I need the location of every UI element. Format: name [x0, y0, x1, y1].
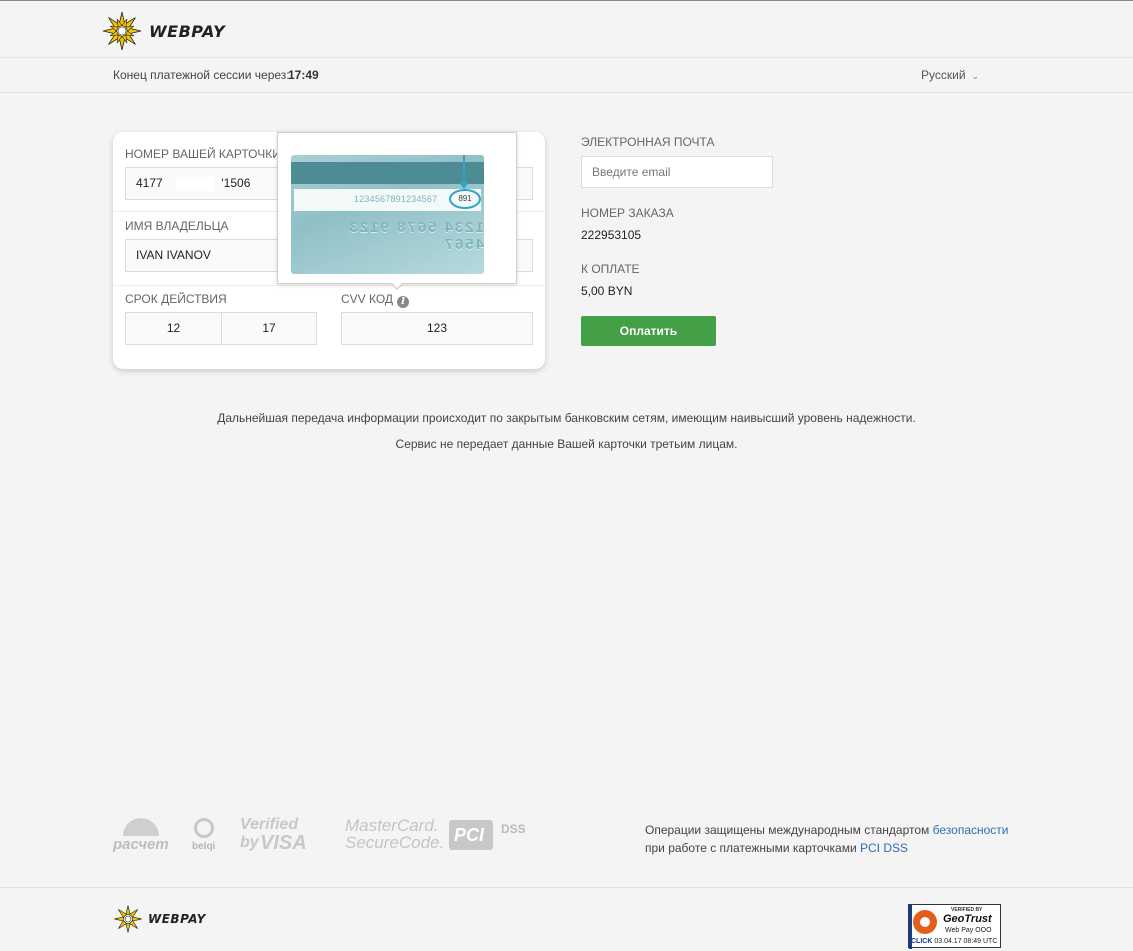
holder-label: ИМЯ ВЛАДЕЛЬЦА [125, 219, 229, 233]
footer-brand-name: WEBPAY [148, 912, 206, 926]
belqi-logo: belqi [191, 818, 219, 856]
security-link[interactable]: безопасности [933, 823, 1009, 837]
session-timer-value: 17:49 [288, 68, 319, 82]
masked-digits [176, 176, 215, 191]
session-bar: Конец платежной сессии через: 17:49 Русс… [0, 58, 1133, 93]
chevron-down-icon: ⌄ [971, 71, 980, 81]
session-timer-label: Конец платежной сессии через: [113, 68, 290, 82]
language-selector[interactable]: Русский ⌄ [921, 68, 979, 82]
security-notice-2: Сервис не передает данные Вашей карточки… [395, 437, 738, 451]
card-number-prefix: 4177 [136, 176, 163, 190]
webpay-logo[interactable]: WEBPAY [101, 10, 225, 52]
email-input[interactable] [581, 156, 773, 188]
footer-webpay-logo[interactable]: WEBPAY [113, 904, 206, 934]
raschet-logo: расчет [113, 818, 169, 856]
pci-dss-link[interactable]: PCI DSS [860, 841, 908, 855]
pay-button[interactable]: Оплатить [581, 316, 716, 346]
expiry-year-value: 17 [262, 321, 276, 335]
webpay-sun-icon [102, 11, 142, 51]
geotrust-click: CLICK [911, 938, 933, 945]
form-divider [113, 285, 545, 286]
cvv-highlight: 891 [449, 189, 481, 209]
cvv-label-text: CVV КОД [341, 292, 394, 306]
mc-line2: SecureCode. [345, 833, 445, 852]
security-text-2: при работе с платежными карточками [645, 841, 861, 855]
expiry-month-value: 12 [166, 321, 181, 335]
geotrust-date: CLICK 03.04.17 08:49 UTC [911, 938, 997, 945]
order-number-value: 222953105 [581, 228, 642, 242]
belqi-icon [194, 818, 214, 838]
verified-by-visa-logo: Verified by VISA [240, 816, 320, 856]
expiry-month-input[interactable]: 12 [125, 312, 222, 345]
holder-name-value: IVAN IVANOV [136, 248, 211, 262]
cvv-value: 123 [426, 321, 448, 335]
header: WEBPAY [0, 1, 1133, 58]
geotrust-name: GeoTrust [943, 913, 992, 925]
card-number-suffix: '1506 [221, 176, 251, 190]
cvv-input[interactable]: 123 [341, 312, 533, 345]
card-number-label: НОМЕР ВАШЕЙ КАРТОЧКИ [125, 147, 281, 161]
geotrust-badge-icon [913, 910, 937, 934]
geotrust-timestamp: 03.04.17 08:49 UTC [934, 938, 998, 945]
amount-label: К ОПЛАТЕ [581, 262, 640, 276]
webpay-sun-icon [114, 905, 142, 933]
cvv-label: CVV КОД i [341, 292, 410, 308]
card-back-image: 1234567891234567 891 1234 5678 9123 4567 [291, 155, 484, 274]
mastercard-securecode-logo: MasterCard. SecureCode. [345, 816, 444, 856]
belqi-text: belqi [192, 841, 216, 852]
cvv-sample: 891 [458, 194, 472, 203]
geotrust-seal[interactable]: VERIFIED BY GeoTrust Web Pay OOO CLICK 0… [908, 904, 1001, 949]
footer-divider [0, 887, 1133, 888]
dss-text: DSS [501, 822, 526, 836]
geotrust-company: Web Pay OOO [945, 927, 992, 934]
signature-digits: 1234567891234567 [354, 194, 438, 204]
pci-text: PCI [454, 825, 485, 845]
security-notice-1: Дальнейшая передача информации происходи… [217, 411, 916, 425]
order-number-label: НОМЕР ЗАКАЗА [581, 206, 674, 220]
expiry-year-input[interactable]: 17 [221, 312, 317, 345]
raschet-dome-icon [123, 818, 159, 836]
email-label: ЭЛЕКТРОННАЯ ПОЧТА [581, 135, 715, 149]
brand-name: WEBPAY [149, 21, 226, 41]
security-text-1: Операции защищены международным стандарт… [645, 823, 933, 837]
arrowhead-icon [459, 182, 469, 189]
embossed-card-number: 1234 5678 9123 4567 [347, 219, 484, 253]
visa-line2: VISA [260, 832, 307, 854]
expiry-label: СРОК ДЕЙСТВИЯ [125, 292, 227, 306]
pci-dss-logo: PCI DSS [449, 818, 533, 854]
cvv-tooltip: 1234567891234567 891 1234 5678 9123 4567 [277, 132, 517, 284]
info-icon[interactable]: i [397, 296, 410, 308]
pci-security-statement: Операции защищены международным стандарт… [645, 821, 1009, 857]
magnetic-stripe [291, 162, 484, 184]
tooltip-pointer-fill [391, 282, 403, 288]
language-value: Русский [921, 68, 966, 82]
raschet-text: расчет [113, 836, 169, 853]
amount-value: 5,00 BYN [581, 284, 633, 298]
